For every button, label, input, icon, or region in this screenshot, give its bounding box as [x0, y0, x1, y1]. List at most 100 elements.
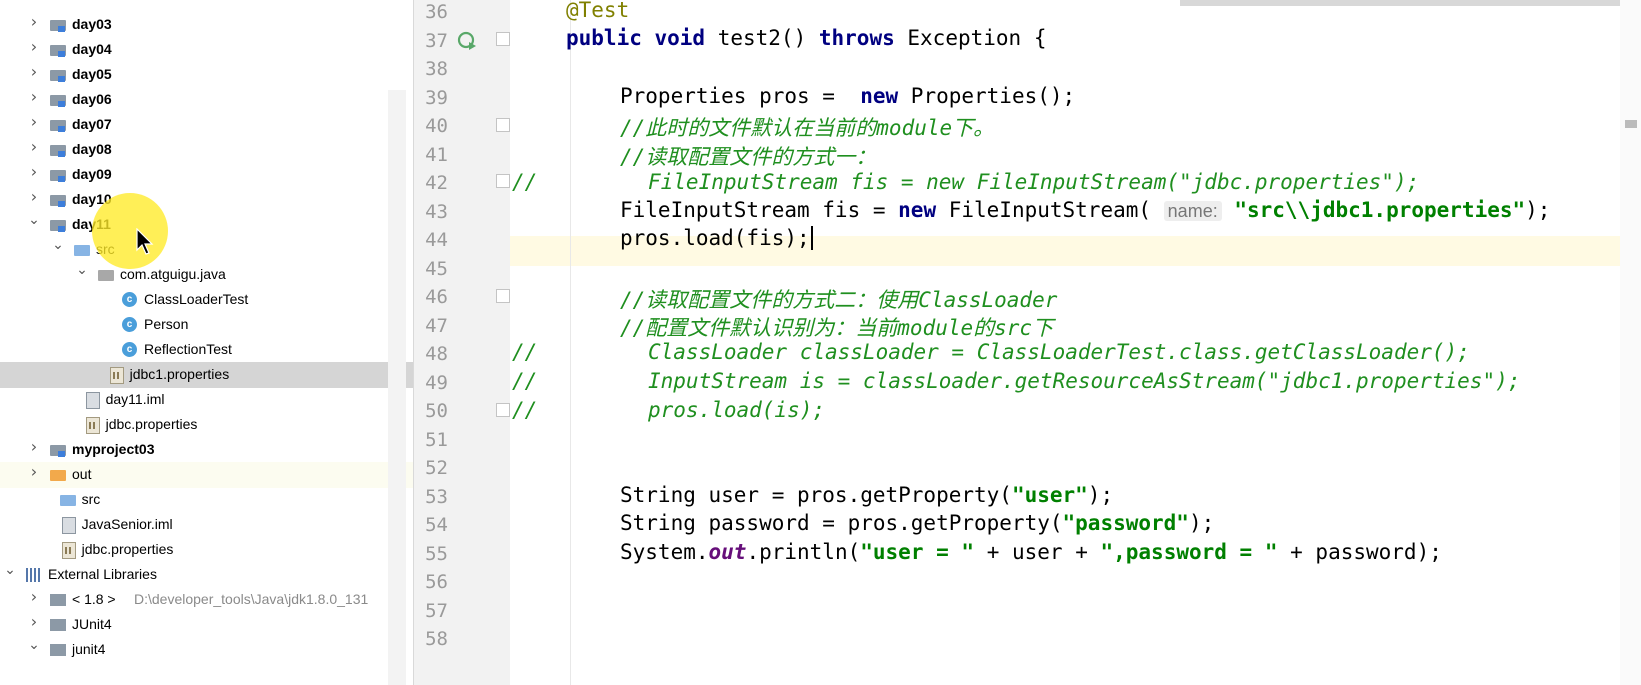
line-number: 45 — [425, 257, 448, 280]
tree-item[interactable]: c ReflectionTest — [0, 337, 413, 363]
code-line-49[interactable]: InputStream is = classLoader.getResource… — [510, 369, 1520, 399]
tree-item[interactable]: › day06 — [0, 87, 413, 113]
editor-tabs-strip[interactable] — [1180, 0, 1641, 6]
code-line-46[interactable]: //读取配置文件的方式二：使用ClassLoader — [510, 284, 1057, 314]
chevron-down-icon[interactable]: ⌄ — [28, 213, 40, 227]
chevron-down-icon[interactable]: ⌄ — [52, 238, 64, 252]
editor-scrollbar[interactable] — [1620, 0, 1641, 685]
tree-item-label: Person — [144, 316, 189, 332]
chevron-right-icon[interactable]: › — [28, 439, 40, 455]
code-line-43[interactable]: FileInputStream fis = new FileInputStrea… — [510, 198, 1550, 228]
tree-item[interactable]: › day04 — [0, 37, 413, 63]
tree-item[interactable]: › myproject03 — [0, 437, 413, 463]
tree-item[interactable]: › JUnit4 — [0, 612, 413, 638]
tree-item[interactable]: ⌄ com.atguigu.java — [0, 262, 413, 288]
code-text: + user + — [974, 540, 1101, 564]
tree-item[interactable]: JavaSenior.iml — [0, 512, 413, 538]
chevron-down-icon[interactable]: ⌄ — [4, 563, 16, 577]
keyword: public void — [566, 26, 718, 50]
code-line-41[interactable]: //读取配置文件的方式一： — [510, 141, 876, 171]
fold-marker-icon[interactable] — [496, 32, 510, 46]
code-line-37[interactable]: public void test2() throws Exception { — [510, 26, 1046, 56]
tree-item[interactable]: day11.iml — [0, 387, 413, 413]
mouse-pointer-icon — [136, 228, 154, 255]
string-literal: "user" — [1011, 483, 1088, 507]
jdk-icon — [50, 617, 66, 633]
code-line-36[interactable]: @Test — [510, 0, 629, 28]
code-line-54[interactable]: String password = pros.getProperty("pass… — [510, 511, 1214, 541]
tree-item[interactable]: › day09 — [0, 162, 413, 188]
line-number: 57 — [425, 599, 448, 622]
line-number: 38 — [425, 58, 448, 80]
tree-item[interactable]: ⌄ junit4 — [0, 637, 413, 663]
chevron-down-icon[interactable]: ⌄ — [76, 263, 88, 277]
tree-item[interactable]: jdbc1.properties — [0, 362, 413, 388]
tree-item-label: < 1.8 > — [72, 591, 116, 607]
tree-item[interactable]: ⌄src — [0, 237, 413, 263]
code-line-42[interactable]: FileInputStream fis = new FileInputStrea… — [510, 170, 1419, 200]
chevron-right-icon[interactable]: › — [28, 64, 40, 80]
chevron-right-icon[interactable]: › — [28, 589, 40, 605]
tree-item-label: External Libraries — [48, 566, 157, 582]
fold-marker-icon[interactable] — [496, 118, 510, 132]
chevron-right-icon[interactable]: › — [28, 164, 40, 180]
java-class-icon: c — [122, 342, 138, 358]
tree-item[interactable]: src — [0, 487, 413, 513]
module-folder-icon — [50, 92, 66, 108]
code-line-48[interactable]: ClassLoader classLoader = ClassLoaderTes… — [510, 340, 1470, 370]
code-line-55[interactable]: System.out.println("user = " + user + ",… — [510, 540, 1442, 570]
code-line-40[interactable]: //此时的文件默认在当前的module下。 — [510, 112, 994, 142]
tree-item[interactable]: › < 1.8 > D:\developer_tools\Java\jdk1.8.0… — [0, 587, 413, 613]
chevron-right-icon[interactable]: › — [28, 89, 40, 105]
tree-item[interactable]: jdbc.properties — [0, 537, 413, 563]
module-folder-icon — [50, 117, 66, 133]
tree-item[interactable]: › day07 — [0, 112, 413, 138]
line-number: 53 — [425, 485, 448, 508]
chevron-right-icon[interactable]: › — [28, 114, 40, 130]
excluded-folder-icon — [50, 467, 66, 483]
tree-item-label: day11.iml — [105, 391, 165, 407]
line-number: 47 — [425, 314, 448, 337]
code-line-50[interactable]: pros.load(is); — [510, 398, 825, 428]
code-line-47[interactable]: //配置文件默认识别为：当前module的src下 — [510, 312, 1053, 342]
code-text: Properties(); — [910, 84, 1076, 108]
tree-item[interactable]: c ClassLoaderTest — [0, 287, 413, 313]
chevron-right-icon[interactable]: › — [28, 614, 40, 630]
chevron-down-icon[interactable]: ⌄ — [28, 638, 40, 652]
chevron-right-icon[interactable]: › — [28, 14, 40, 30]
tree-item[interactable]: c Person — [0, 312, 413, 338]
tree-item[interactable]: › day03 — [0, 12, 413, 38]
fold-marker-icon[interactable] — [496, 289, 510, 303]
line-number: 50 — [425, 400, 448, 422]
chevron-right-icon[interactable]: › — [28, 39, 40, 55]
editor-scrollbar-thumb[interactable] — [1625, 120, 1637, 128]
run-test-icon[interactable] — [456, 30, 478, 52]
code-line-44[interactable]: pros.load(fis); — [510, 226, 813, 256]
chevron-right-icon[interactable]: › — [28, 464, 40, 480]
tree-item[interactable]: › day10 — [0, 187, 413, 213]
tree-item[interactable]: › day08 — [0, 137, 413, 163]
module-folder-icon — [50, 142, 66, 158]
code-line-53[interactable]: String user = pros.getProperty("user"); — [510, 483, 1113, 513]
tree-item[interactable]: ⌄ External Libraries — [0, 562, 413, 588]
fold-marker-icon[interactable] — [496, 174, 510, 188]
tree-item[interactable]: › out — [0, 462, 413, 488]
jdk-icon — [50, 592, 66, 608]
tree-item[interactable]: ⌄ day11 — [0, 212, 413, 238]
code-text: + password); — [1277, 540, 1442, 564]
fold-marker-icon[interactable] — [496, 403, 510, 417]
code-line-39[interactable]: Properties pros = new Properties(); — [510, 84, 1075, 114]
tree-item-label: src — [81, 491, 101, 507]
line-number: 44 — [425, 229, 448, 251]
string-literal: ",password = " — [1100, 540, 1278, 564]
module-folder-icon — [50, 192, 66, 208]
folder-icon — [59, 492, 76, 508]
project-tree-scrollbar[interactable] — [388, 90, 406, 685]
iml-file-icon — [60, 517, 76, 534]
tree-item-label: day06 — [72, 91, 112, 107]
tree-item[interactable]: jdbc.properties — [0, 412, 413, 438]
chevron-right-icon[interactable]: › — [28, 139, 40, 155]
tree-item[interactable]: › day05 — [0, 62, 413, 88]
chevron-right-icon[interactable]: › — [28, 189, 40, 205]
string-literal: "src\\jdbc1.properties" — [1221, 198, 1526, 222]
